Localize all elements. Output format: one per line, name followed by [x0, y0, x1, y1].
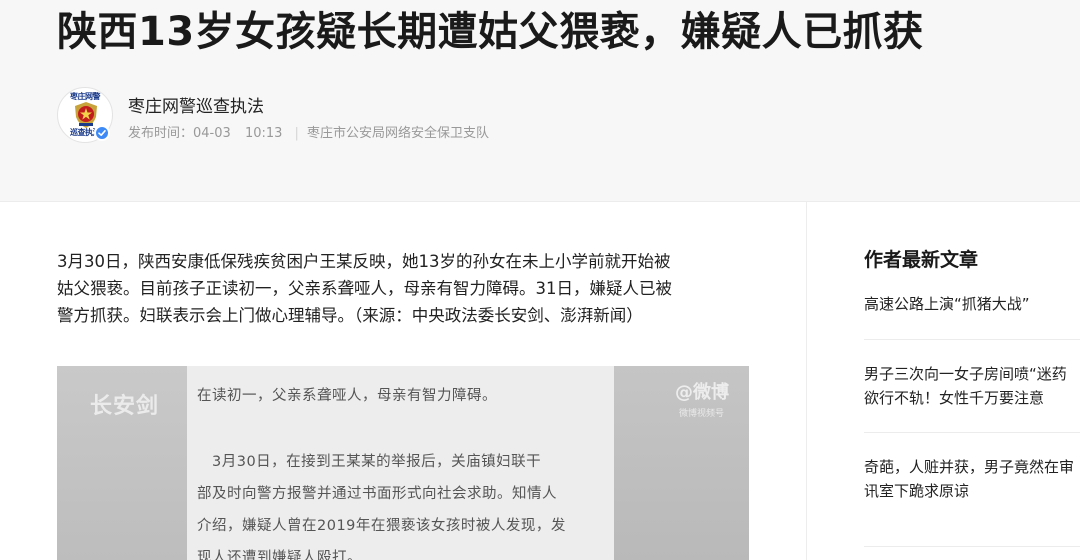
sidebar-article-link[interactable]: 奇葩，人赃并获，男子竟然在审 讯室下跪求原谅 — [864, 455, 1080, 503]
publish-date: 04-03 — [193, 126, 231, 141]
article-header: 陕西13岁女孩疑长期遭姑父猥亵，嫌疑人已抓获 枣庄网警 巡查执法 枣庄网警巡查执… — [0, 0, 1080, 202]
publish-label: 发布时间： — [128, 126, 194, 141]
sidebar-divider — [864, 339, 1080, 340]
lead-line: 3月30日，陕西安康低保残疾贫困户王某反映，她13岁的孙女在未上小学前就开始被 — [57, 252, 671, 271]
image-left-blur: 长安剑 — [57, 366, 187, 560]
sidebar-article-title: 男子三次向一女子房间喷“迷药 — [864, 365, 1067, 383]
doc-line: 介绍，嫌疑人曾在2019年在猥亵该女孩时被人发现，发 — [197, 518, 566, 534]
image-watermark-right: @微博 — [675, 382, 729, 403]
column-divider — [806, 202, 807, 560]
author-organization: 枣庄市公安局网络安全保卫支队 — [306, 126, 489, 141]
sidebar-article-title: 高速公路上演“抓猪大战” — [864, 295, 1030, 313]
doc-line: 现人还遭到嫌疑人殴打。 — [197, 550, 362, 560]
sidebar-article-link[interactable]: 高速公路上演“抓猪大战” — [864, 292, 1080, 316]
lead-line: 警方抓获。妇联表示会上门做心理辅导。（来源：中央政法委长安剑、澎湃新闻） — [57, 306, 643, 325]
article-lead: 3月30日，陕西安康低保残疾贫困户王某反映，她13岁的孙女在未上小学前就开始被 … — [57, 248, 749, 329]
image-right-blur: @微博 微博视频号 — [614, 366, 749, 560]
sidebar-title: 作者最新文章 — [864, 249, 979, 271]
sidebar-article-title: 奇葩，人赃并获，男子竟然在审 — [864, 458, 1075, 476]
publish-time: 10:13 — [244, 126, 283, 141]
article-body: 3月30日，陕西安康低保残疾贫困户王某反映，她13岁的孙女在未上小学前就开始被 … — [57, 248, 749, 329]
sidebar-divider — [864, 432, 1080, 433]
lead-line: 姑父猥亵。目前孩子正读初一，父亲系聋哑人，母亲有智力障碍。31日，嫌疑人已被 — [57, 279, 672, 298]
doc-line: 在读初一，父亲系聋哑人，母亲有智力障碍。 — [197, 388, 497, 404]
image-document: 在读初一，父亲系聋哑人，母亲有智力障碍。 3月30日，在接到王某某的举报后，关庙… — [187, 366, 614, 560]
doc-line: 部及时向警方报警并通过书面形式向社会求助。知情人 — [197, 486, 557, 502]
article-meta: 发布时间：04-03 10:13 | 枣庄市公安局网络安全保卫支队 — [128, 122, 489, 141]
sidebar-article-link[interactable]: 男子三次向一女子房间喷“迷药 欲行不轨！女性千万要注意 — [864, 362, 1080, 410]
article-image[interactable]: 长安剑 在读初一，父亲系聋哑人，母亲有智力障碍。 3月30日，在接到王某某的举报… — [57, 366, 749, 560]
sidebar-article-title: 讯室下跪求原谅 — [864, 482, 970, 500]
image-watermark-left: 长安剑 — [90, 394, 160, 419]
doc-line: 3月30日，在接到王某某的举报后，关庙镇妇联干 — [197, 454, 542, 470]
sidebar-divider — [864, 546, 1080, 547]
police-emblem-icon — [75, 102, 97, 128]
meta-divider: | — [294, 126, 299, 141]
verified-badge-icon — [94, 125, 110, 141]
article-title: 陕西13岁女孩疑长期遭姑父猥亵，嫌疑人已抓获 — [57, 9, 924, 55]
author-name-link[interactable]: 枣庄网警巡查执法 — [128, 92, 264, 117]
image-watermark-right-sub: 微博视频号 — [678, 409, 724, 419]
sidebar-article-title: 欲行不轨！女性千万要注意 — [864, 389, 1045, 407]
